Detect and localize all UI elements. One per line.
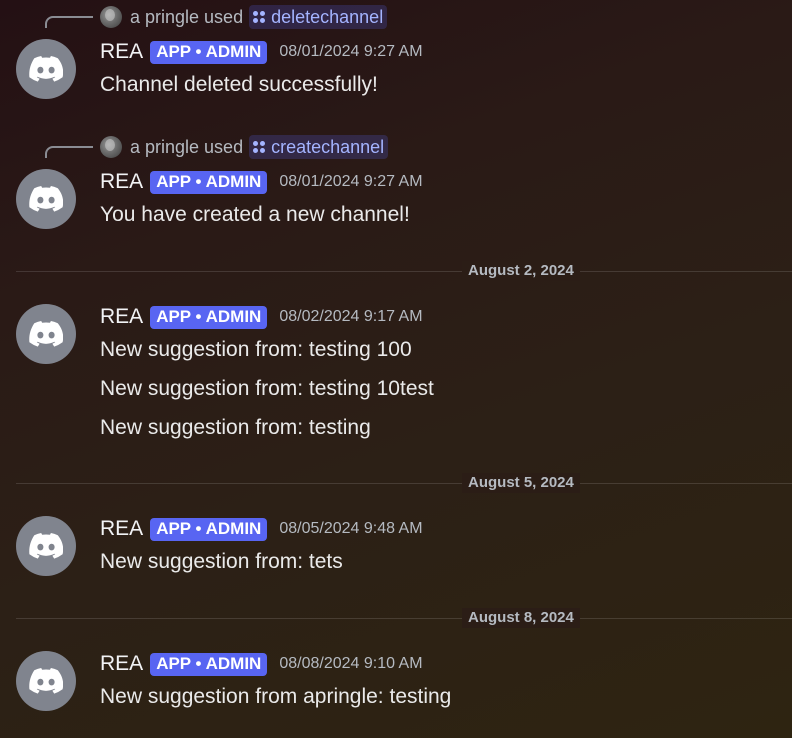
discord-logo-icon	[29, 321, 63, 347]
author-name[interactable]: REA	[100, 40, 143, 64]
discord-logo-icon	[29, 668, 63, 694]
author-avatar[interactable]	[16, 169, 76, 229]
timestamp[interactable]: 08/02/2024 9:17 AM	[279, 308, 422, 326]
discord-logo-icon	[29, 56, 63, 82]
message-header: REA APP • ADMIN 08/01/2024 9:27 AM	[100, 168, 423, 196]
message-header: REA APP • ADMIN 08/05/2024 9:48 AM	[100, 515, 423, 543]
slash-command-icon	[251, 9, 267, 25]
author-name[interactable]: REA	[100, 170, 143, 194]
command-name: createchannel	[271, 136, 385, 157]
message-content: New suggestion from apringle: testing	[100, 685, 452, 708]
reply-user-avatar[interactable]	[100, 136, 122, 158]
divider-line	[16, 271, 792, 272]
message-header: REA APP • ADMIN 08/01/2024 9:27 AM	[100, 38, 423, 66]
discord-logo-icon	[29, 186, 63, 212]
message-content: Channel deleted successfully!	[100, 73, 378, 96]
divider-date: August 5, 2024	[462, 473, 580, 493]
message-content: New suggestion from: testing 10test	[100, 377, 434, 400]
message-content: New suggestion from: testing 100	[100, 338, 412, 361]
timestamp[interactable]: 08/05/2024 9:48 AM	[279, 520, 422, 538]
message-header: REA APP • ADMIN 08/08/2024 9:10 AM	[100, 650, 423, 678]
reply-username[interactable]: a pringle	[130, 137, 199, 158]
reply-used-text: used	[204, 136, 244, 157]
reply-preview[interactable]: a pringle used deletechannel	[100, 4, 388, 30]
reply-preview[interactable]: a pringle used createchannel	[100, 134, 389, 160]
app-admin-badge: APP • ADMIN	[150, 40, 268, 64]
message-header: REA APP • ADMIN 08/02/2024 9:17 AM	[100, 303, 423, 331]
slash-command-icon	[251, 139, 267, 155]
command-mention[interactable]: createchannel	[249, 135, 389, 159]
message-list: a pringle used deletechannel REA APP • A…	[0, 0, 792, 738]
command-mention[interactable]: deletechannel	[249, 5, 388, 29]
author-avatar[interactable]	[16, 651, 76, 711]
message-content: New suggestion from: testing	[100, 416, 371, 439]
timestamp[interactable]: 08/01/2024 9:27 AM	[279, 43, 422, 61]
divider-line	[16, 618, 792, 619]
app-admin-badge: APP • ADMIN	[150, 305, 268, 329]
reply-user-avatar[interactable]	[100, 6, 122, 28]
app-admin-badge: APP • ADMIN	[150, 652, 268, 676]
message-content: New suggestion from: tets	[100, 550, 343, 573]
timestamp[interactable]: 08/08/2024 9:10 AM	[279, 655, 422, 673]
reply-connector	[45, 146, 93, 158]
timestamp[interactable]: 08/01/2024 9:27 AM	[279, 173, 422, 191]
date-divider: August 8, 2024	[16, 608, 792, 628]
author-name[interactable]: REA	[100, 517, 143, 541]
command-name: deletechannel	[271, 6, 384, 27]
divider-date: August 8, 2024	[462, 608, 580, 628]
message-content: You have created a new channel!	[100, 203, 410, 226]
divider-line	[16, 483, 792, 484]
author-name[interactable]: REA	[100, 305, 143, 329]
date-divider: August 5, 2024	[16, 473, 792, 493]
app-admin-badge: APP • ADMIN	[150, 517, 268, 541]
author-avatar[interactable]	[16, 39, 76, 99]
discord-logo-icon	[29, 533, 63, 559]
app-admin-badge: APP • ADMIN	[150, 170, 268, 194]
divider-date: August 2, 2024	[462, 261, 580, 281]
date-divider: August 2, 2024	[16, 261, 792, 281]
author-avatar[interactable]	[16, 516, 76, 576]
author-name[interactable]: REA	[100, 652, 143, 676]
author-avatar[interactable]	[16, 304, 76, 364]
reply-connector	[45, 16, 93, 28]
reply-username[interactable]: a pringle	[130, 7, 199, 28]
reply-used-text: used	[204, 6, 244, 27]
